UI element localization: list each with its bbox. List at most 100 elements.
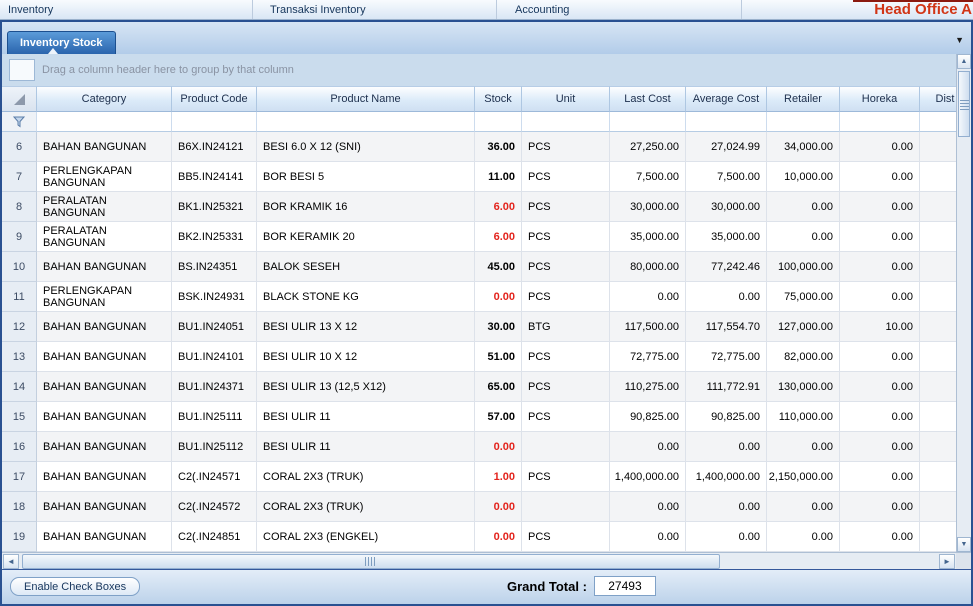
cell-retailer[interactable]: 82,000.00 xyxy=(767,342,840,372)
cell-avg-cost[interactable]: 7,500.00 xyxy=(686,162,767,192)
cell-code[interactable]: BU1.IN24371 xyxy=(172,372,257,402)
cell-avg-cost[interactable]: 30,000.00 xyxy=(686,192,767,222)
cell-horeka[interactable]: 0.00 xyxy=(840,162,920,192)
cell-last-cost[interactable]: 1,400,000.00 xyxy=(610,462,686,492)
cell-code[interactable]: BS.IN24351 xyxy=(172,252,257,282)
cell-retailer[interactable]: 127,000.00 xyxy=(767,312,840,342)
column-header-horeka[interactable]: Horeka xyxy=(840,86,920,112)
column-header-category[interactable]: Category xyxy=(37,86,172,112)
cell-horeka[interactable]: 0.00 xyxy=(840,462,920,492)
cell-stock[interactable]: 36.00 xyxy=(475,132,522,162)
row-indicator[interactable]: 17 xyxy=(2,462,37,492)
cell-last-cost[interactable]: 72,775.00 xyxy=(610,342,686,372)
filter-cell-stock[interactable] xyxy=(475,112,522,132)
scroll-down-icon[interactable]: ▼ xyxy=(957,537,971,552)
cell-retailer[interactable]: 0.00 xyxy=(767,432,840,462)
cell-last-cost[interactable]: 110,275.00 xyxy=(610,372,686,402)
table-row[interactable]: 19BAHAN BANGUNANC2(.IN24851CORAL 2X3 (EN… xyxy=(2,522,971,552)
column-header-unit[interactable]: Unit xyxy=(522,86,610,112)
cell-avg-cost[interactable]: 1,400,000.00 xyxy=(686,462,767,492)
cell-retailer[interactable]: 0.00 xyxy=(767,492,840,522)
cell-code[interactable]: BU1.IN24051 xyxy=(172,312,257,342)
cell-name[interactable]: CORAL 2X3 (TRUK) xyxy=(257,462,475,492)
table-row[interactable]: 15BAHAN BANGUNANBU1.IN25111BESI ULIR 115… xyxy=(2,402,971,432)
cell-unit[interactable]: PCS xyxy=(522,252,610,282)
cell-category[interactable]: BAHAN BANGUNAN xyxy=(37,372,172,402)
cell-retailer[interactable]: 130,000.00 xyxy=(767,372,840,402)
cell-unit[interactable]: PCS xyxy=(522,132,610,162)
cell-category[interactable]: BAHAN BANGUNAN xyxy=(37,402,172,432)
row-indicator[interactable]: 6 xyxy=(2,132,37,162)
row-indicator[interactable]: 18 xyxy=(2,492,37,522)
menu-item-transaksi-inventory[interactable]: Transaksi Inventory xyxy=(253,0,497,19)
cell-unit[interactable]: PCS xyxy=(522,372,610,402)
table-row[interactable]: 7PERLENGKAPAN BANGUNANBB5.IN24141BOR BES… xyxy=(2,162,971,192)
row-indicator[interactable]: 12 xyxy=(2,312,37,342)
scroll-right-icon[interactable]: ► xyxy=(939,554,955,569)
cell-stock[interactable]: 57.00 xyxy=(475,402,522,432)
row-indicator[interactable]: 7 xyxy=(2,162,37,192)
cell-avg-cost[interactable]: 72,775.00 xyxy=(686,342,767,372)
cell-stock[interactable]: 6.00 xyxy=(475,192,522,222)
table-row[interactable]: 16BAHAN BANGUNANBU1.IN25112BESI ULIR 110… xyxy=(2,432,971,462)
cell-category[interactable]: BAHAN BANGUNAN xyxy=(37,312,172,342)
cell-last-cost[interactable]: 0.00 xyxy=(610,522,686,552)
cell-retailer[interactable]: 0.00 xyxy=(767,192,840,222)
cell-horeka[interactable]: 0.00 xyxy=(840,222,920,252)
column-header-retailer[interactable]: Retailer xyxy=(767,86,840,112)
column-header-product-name[interactable]: Product Name xyxy=(257,86,475,112)
cell-retailer[interactable]: 34,000.00 xyxy=(767,132,840,162)
cell-avg-cost[interactable]: 90,825.00 xyxy=(686,402,767,432)
cell-horeka[interactable]: 0.00 xyxy=(840,432,920,462)
cell-avg-cost[interactable]: 77,242.46 xyxy=(686,252,767,282)
cell-retailer[interactable]: 2,150,000.00 xyxy=(767,462,840,492)
cell-unit[interactable]: PCS xyxy=(522,222,610,252)
cell-stock[interactable]: 0.00 xyxy=(475,282,522,312)
cell-last-cost[interactable]: 27,250.00 xyxy=(610,132,686,162)
column-header-stock[interactable]: Stock xyxy=(475,86,522,112)
cell-name[interactable]: BOR KERAMIK 20 xyxy=(257,222,475,252)
cell-code[interactable]: BSK.IN24931 xyxy=(172,282,257,312)
cell-unit[interactable]: PCS xyxy=(522,462,610,492)
cell-code[interactable]: BU1.IN25112 xyxy=(172,432,257,462)
cell-last-cost[interactable]: 0.00 xyxy=(610,282,686,312)
cell-last-cost[interactable]: 0.00 xyxy=(610,492,686,522)
cell-stock[interactable]: 0.00 xyxy=(475,432,522,462)
cell-category[interactable]: BAHAN BANGUNAN xyxy=(37,252,172,282)
horizontal-scroll-track[interactable] xyxy=(20,554,938,569)
cell-stock[interactable]: 11.00 xyxy=(475,162,522,192)
cell-stock[interactable]: 0.00 xyxy=(475,492,522,522)
filter-indicator-cell[interactable] xyxy=(2,112,37,132)
table-row[interactable]: 11PERLENGKAPAN BANGUNANBSK.IN24931BLACK … xyxy=(2,282,971,312)
tab-inventory-stock[interactable]: Inventory Stock xyxy=(7,31,116,54)
grand-total-value[interactable] xyxy=(594,576,656,596)
filter-cell-retailer[interactable] xyxy=(767,112,840,132)
row-indicator[interactable]: 15 xyxy=(2,402,37,432)
cell-horeka[interactable]: 0.00 xyxy=(840,402,920,432)
row-indicator[interactable]: 19 xyxy=(2,522,37,552)
cell-category[interactable]: PERLENGKAPAN BANGUNAN xyxy=(37,282,172,312)
filter-cell-horeka[interactable] xyxy=(840,112,920,132)
cell-stock[interactable]: 30.00 xyxy=(475,312,522,342)
row-indicator[interactable]: 9 xyxy=(2,222,37,252)
cell-retailer[interactable]: 75,000.00 xyxy=(767,282,840,312)
cell-unit[interactable]: PCS xyxy=(522,402,610,432)
cell-category[interactable]: PERLENGKAPAN BANGUNAN xyxy=(37,162,172,192)
cell-name[interactable]: BESI ULIR 10 X 12 xyxy=(257,342,475,372)
filter-cell-average-cost[interactable] xyxy=(686,112,767,132)
row-indicator[interactable]: 10 xyxy=(2,252,37,282)
cell-horeka[interactable]: 0.00 xyxy=(840,252,920,282)
cell-name[interactable]: BOR KRAMIK 16 xyxy=(257,192,475,222)
cell-stock[interactable]: 65.00 xyxy=(475,372,522,402)
scroll-up-icon[interactable]: ▲ xyxy=(957,54,971,69)
cell-unit[interactable]: PCS xyxy=(522,342,610,372)
row-indicator[interactable]: 13 xyxy=(2,342,37,372)
cell-horeka[interactable]: 0.00 xyxy=(840,132,920,162)
cell-category[interactable]: BAHAN BANGUNAN xyxy=(37,522,172,552)
filter-cell-unit[interactable] xyxy=(522,112,610,132)
cell-name[interactable]: BESI ULIR 13 (12,5 X12) xyxy=(257,372,475,402)
row-indicator[interactable]: 8 xyxy=(2,192,37,222)
table-row[interactable]: 6BAHAN BANGUNANB6X.IN24121BESI 6.0 X 12 … xyxy=(2,132,971,162)
cell-avg-cost[interactable]: 27,024.99 xyxy=(686,132,767,162)
vertical-scrollbar[interactable]: ▲ ▼ xyxy=(956,54,971,552)
